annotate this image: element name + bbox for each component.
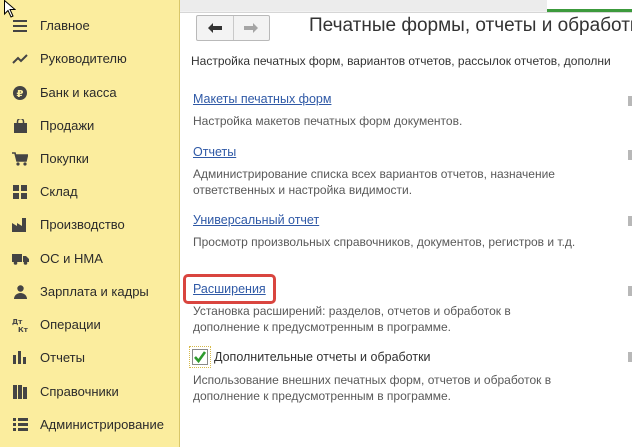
tab-3[interactable] <box>362 0 548 11</box>
book-icon <box>0 384 40 399</box>
desc-line: Использование внешних печатных форм, отч… <box>193 373 552 387</box>
trend-icon <box>0 53 40 65</box>
tab-active[interactable] <box>547 0 632 12</box>
sidebar-item-administrirovanie[interactable]: Администрирование <box>0 408 179 441</box>
checkmark-icon <box>194 351 207 364</box>
sidebar-item-label: Склад <box>40 184 78 199</box>
section-desc: Установка расширений: разделов, отчетов … <box>193 303 511 335</box>
desc-line: Просмотр произвольных справочников, доку… <box>193 235 576 249</box>
sidebar-item-rukovoditelyu[interactable]: Руководителю <box>0 42 179 75</box>
sidebar: Главное Руководителю ₽ Банк и касса Прод… <box>0 0 180 447</box>
sidebar-item-label: Администрирование <box>40 417 164 432</box>
sidebar-item-bank-i-kassa[interactable]: ₽ Банк и касса <box>0 76 179 109</box>
desc-line: Администрирование списка всех вариантов … <box>193 167 555 181</box>
sidebar-item-proizvodstvo[interactable]: Производство <box>0 208 179 241</box>
desc-line: Настройка макетов печатных форм документ… <box>193 114 463 128</box>
additional-reports-checkbox[interactable] <box>192 349 208 365</box>
factory-icon <box>0 217 40 232</box>
sidebar-item-pokupki[interactable]: Покупки <box>0 142 179 175</box>
page-subtitle: Настройка печатных форм, вариантов отчет… <box>191 54 611 68</box>
sidebar-item-label: Операции <box>40 317 101 332</box>
tab-2[interactable] <box>172 0 363 11</box>
svg-text:₽: ₽ <box>17 89 24 100</box>
desc-line: Установка расширений: разделов, отчетов … <box>193 304 511 318</box>
section-desc: Администрирование списка всех вариантов … <box>193 166 555 198</box>
dt-kt-icon: Дт Кт <box>0 317 40 333</box>
person-icon <box>0 284 40 299</box>
settings-list-icon <box>0 418 40 431</box>
checkbox-desc: Использование внешних печатных форм, отч… <box>193 372 551 404</box>
sidebar-item-prodazhi[interactable]: Продажи <box>0 109 179 142</box>
desc-line: дополнение к предусмотренным в программе… <box>193 389 452 403</box>
cut-off-item <box>628 286 632 296</box>
bar-chart-icon <box>0 351 40 364</box>
warehouse-icon <box>0 184 40 199</box>
sidebar-item-label: Производство <box>40 217 125 232</box>
arrow-right-icon <box>244 23 259 33</box>
link-rasshireniya[interactable]: Расширения <box>193 282 266 296</box>
cut-off-item <box>628 216 632 226</box>
cut-off-item <box>628 352 632 362</box>
sidebar-item-zarplata[interactable]: Зарплата и кадры <box>0 275 179 308</box>
sidebar-item-sklad[interactable]: Склад <box>0 175 179 208</box>
svg-text:Кт: Кт <box>18 326 28 333</box>
link-otchety[interactable]: Отчеты <box>193 145 236 159</box>
sidebar-item-otchety[interactable]: Отчеты <box>0 341 179 374</box>
sidebar-item-glavnoe[interactable]: Главное <box>0 9 179 42</box>
link-makety-pechatnyh-form[interactable]: Макеты печатных форм <box>193 92 331 106</box>
cart-icon <box>0 151 40 166</box>
section-desc: Просмотр произвольных справочников, доку… <box>193 234 575 250</box>
section-desc: Настройка макетов печатных форм документ… <box>193 113 462 129</box>
history-nav <box>196 15 270 41</box>
sidebar-item-label: Отчеты <box>40 350 85 365</box>
sidebar-item-label: Главное <box>40 18 90 33</box>
menu-icon <box>0 19 40 32</box>
bag-icon <box>0 118 40 133</box>
additional-reports-label[interactable]: Дополнительные отчеты и обработки <box>214 350 431 364</box>
svg-text:Дт: Дт <box>12 318 23 326</box>
sidebar-item-spravochniki[interactable]: Справочники <box>0 375 179 408</box>
page-title: Печатные формы, отчеты и обработки <box>309 15 632 36</box>
desc-line: ответственных и настройка видимости. <box>193 183 413 197</box>
arrow-left-icon <box>207 23 222 33</box>
sidebar-item-label: ОС и НМА <box>40 251 103 266</box>
truck-icon <box>0 253 40 265</box>
sidebar-item-os-i-nma[interactable]: ОС и НМА <box>0 242 179 275</box>
sidebar-item-label: Покупки <box>40 151 89 166</box>
sidebar-item-label: Руководителю <box>40 51 127 66</box>
cut-off-item <box>628 96 632 106</box>
back-button[interactable] <box>197 16 233 40</box>
sidebar-item-label: Зарплата и кадры <box>40 284 149 299</box>
link-universalnyj-otchet[interactable]: Универсальный отчет <box>193 213 319 227</box>
desc-line: дополнение к предусмотренным в программе… <box>193 320 452 334</box>
cut-off-item <box>628 150 632 160</box>
forward-button[interactable] <box>232 16 270 40</box>
sidebar-item-label: Продажи <box>40 118 95 133</box>
mouse-pointer-icon <box>4 0 16 18</box>
sidebar-item-label: Справочники <box>40 384 119 399</box>
sidebar-item-operacii[interactable]: Дт Кт Операции <box>0 308 179 341</box>
sidebar-item-label: Банк и касса <box>40 85 117 100</box>
ruble-icon: ₽ <box>0 85 40 100</box>
